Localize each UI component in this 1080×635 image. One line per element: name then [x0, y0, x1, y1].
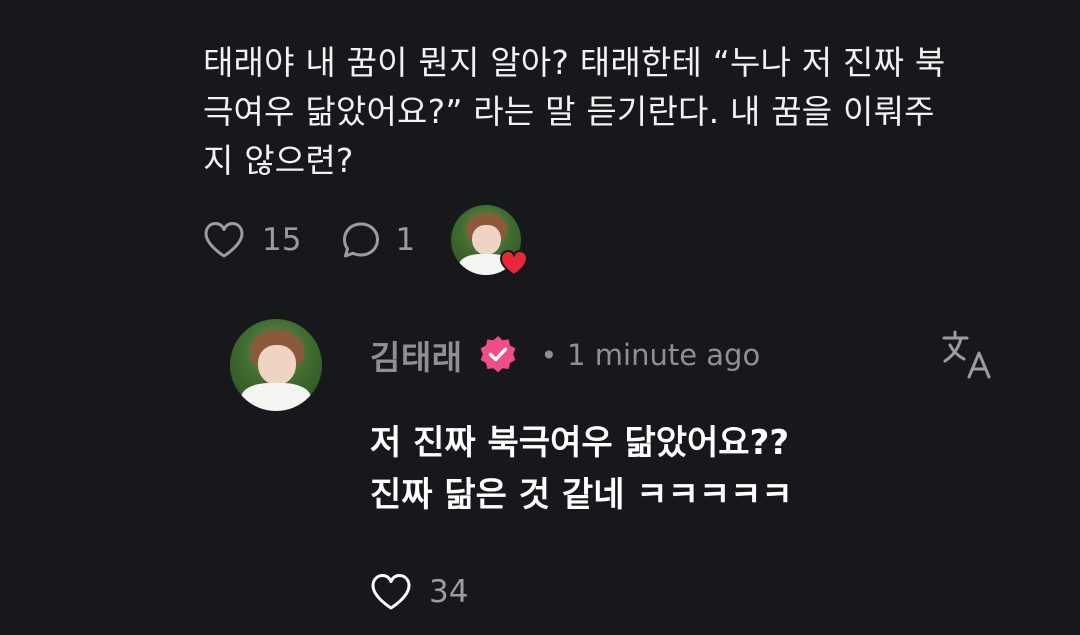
verified-badge-icon: [480, 336, 515, 373]
comment-count: 1: [395, 222, 416, 258]
post-text: 태래야 내 꿈이 뭔지 알아? 태래한테 “누나 저 진짜 북 극여우 닮았어요…: [203, 38, 1053, 185]
like-button[interactable]: 15: [203, 221, 301, 259]
heart-outline-icon: [204, 222, 244, 258]
post-text-line: 지 않으련?: [203, 141, 354, 180]
like-count: 15: [262, 222, 302, 258]
reply-text-line: 진짜 닮은 것 같네 ㅋㅋㅋㅋㅋ: [370, 475, 793, 515]
avatar-photo: [230, 319, 322, 411]
post-actions: 15 1: [203, 205, 415, 275]
liked-by-author-avatar[interactable]: [451, 205, 529, 277]
comment-thread: 태래야 내 꿈이 뭔지 알아? 태래한테 “누나 저 진짜 북 극여우 닮았어요…: [0, 0, 1080, 635]
red-heart-icon: [499, 249, 529, 277]
reply-author-name[interactable]: 김태래: [370, 331, 463, 379]
reply-like-button[interactable]: 34: [370, 568, 468, 616]
reply-like-count: 34: [429, 574, 469, 610]
translate-icon[interactable]: [940, 329, 998, 381]
comment-button[interactable]: 1: [341, 220, 415, 260]
post-text-line: 태래야 내 꿈이 뭔지 알아? 태래한테 “누나 저 진짜 북: [203, 43, 946, 82]
reply-header: 김태래 • 1 minute ago: [370, 330, 760, 380]
heart-outline-icon: [371, 574, 411, 610]
reply-author-avatar[interactable]: [230, 319, 322, 411]
separator-dot: •: [540, 338, 558, 372]
reply-text-line: 저 진짜 북극여우 닮았어요??: [370, 423, 790, 463]
reply-text: 저 진짜 북극여우 닮았어요?? 진짜 닮은 것 같네 ㅋㅋㅋㅋㅋ: [370, 417, 793, 521]
post-text-line: 극여우 닮았어요?” 라는 말 듣기란다. 내 꿈을 이뤄주: [203, 92, 935, 131]
reply-timestamp: 1 minute ago: [567, 338, 761, 372]
speech-bubble-icon: [343, 222, 380, 258]
